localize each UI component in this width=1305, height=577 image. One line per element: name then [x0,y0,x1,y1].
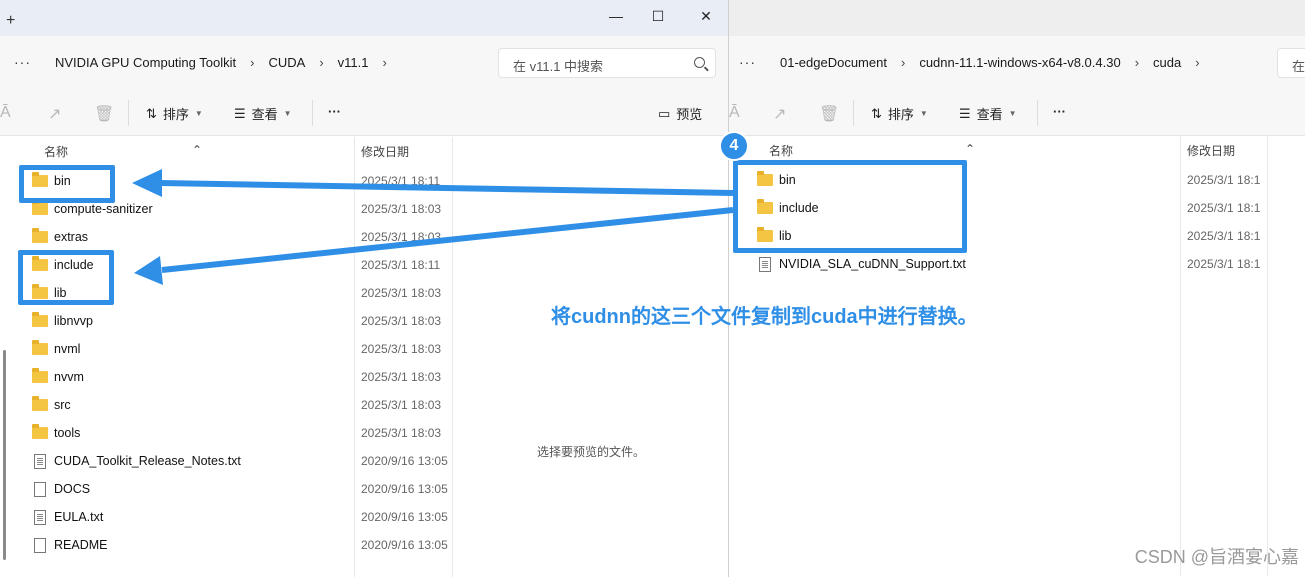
arrow-head-icon [132,169,162,197]
step-badge: 4 [719,131,749,161]
arrow-head-icon [134,256,163,285]
copy-arrows [132,169,734,285]
arrow-to-bin [159,180,734,196]
watermark: CSDN @旨酒宴心嘉 [1134,547,1299,567]
annotation-text: 将cudnn的这三个文件复制到cuda中进行替换。 [551,306,978,328]
arrow-to-include [161,207,734,273]
